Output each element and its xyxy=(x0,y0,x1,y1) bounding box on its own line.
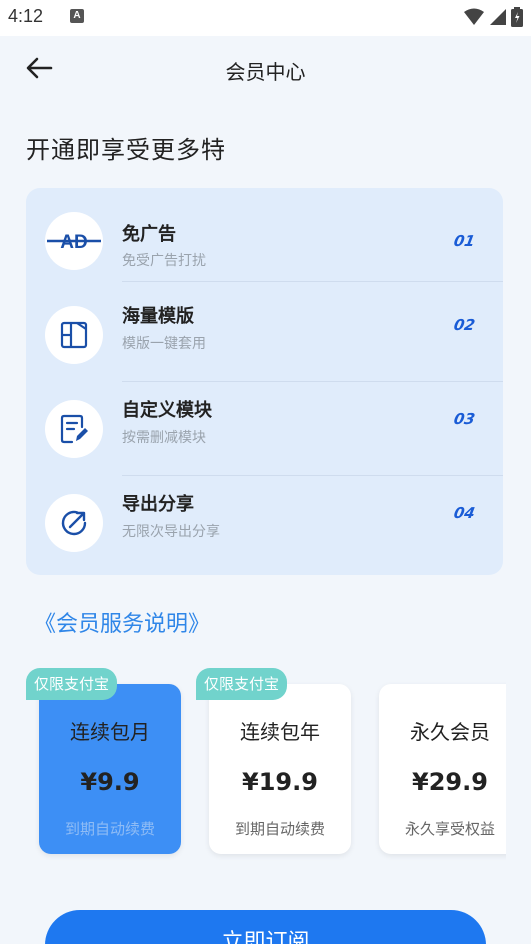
divider xyxy=(122,281,503,282)
feature-subtitle: 模版一键套用 xyxy=(122,336,206,352)
feature-title: 导出分享 xyxy=(122,494,194,515)
plan-list: 连续包月 ¥9.9 到期自动续费 仅限支付宝 连续包年 ¥19.9 到期自动续费… xyxy=(0,660,506,870)
plan-note: 到期自动续费 xyxy=(234,820,325,838)
plan-name: 连续包月 xyxy=(70,720,150,744)
feature-subtitle: 按需删减模块 xyxy=(122,430,206,446)
plan-price: ¥19.9 xyxy=(242,768,318,796)
svg-text:AD: AD xyxy=(60,232,87,253)
service-terms-link[interactable]: 《会员服务说明》 xyxy=(34,606,210,638)
plan-card-lifetime[interactable]: 永久会员 ¥29.9 永久享受权益 xyxy=(379,684,506,854)
feature-item-custom-module: 自定义模块 按需删减模块 03 xyxy=(26,382,503,476)
plan-price: ¥29.9 xyxy=(412,768,488,796)
share-icon xyxy=(45,494,103,552)
feature-number: 02 xyxy=(452,316,477,334)
edit-icon xyxy=(45,400,103,458)
plan-name: 永久会员 xyxy=(410,720,490,744)
plan-price: ¥9.9 xyxy=(80,768,140,796)
headline: 开通即享受更多特 xyxy=(26,136,226,164)
feature-title: 海量模版 xyxy=(122,306,194,327)
no-ad-icon: AD xyxy=(45,212,103,270)
alipay-only-badge: 仅限支付宝 xyxy=(196,668,288,700)
status-icons xyxy=(463,7,523,27)
wifi-icon xyxy=(464,8,484,25)
feature-number: 01 xyxy=(452,232,477,250)
plan-card-yearly[interactable]: 连续包年 ¥19.9 到期自动续费 xyxy=(209,684,351,854)
plan-card-monthly[interactable]: 连续包月 ¥9.9 到期自动续费 xyxy=(39,684,181,854)
feature-item-export: 导出分享 无限次导出分享 04 xyxy=(26,476,503,570)
feature-item-templates: 海量模版 模版一键套用 02 xyxy=(26,288,503,382)
feature-list: AD 免广告 免受广告打扰 01 海量模版 模版一键套用 02 自定义模块 按需… xyxy=(26,188,503,575)
plan-note: 永久享受权益 xyxy=(404,820,495,838)
status-time: 4:12 xyxy=(8,6,44,26)
alipay-only-badge: 仅限支付宝 xyxy=(26,668,118,700)
feature-item-no-ads: AD 免广告 免受广告打扰 01 xyxy=(26,188,503,282)
plan-name: 连续包年 xyxy=(240,720,320,744)
notification-icon: A xyxy=(70,9,84,23)
header: 会员中心 xyxy=(0,36,531,100)
battery-icon xyxy=(511,7,523,27)
plan-note: 到期自动续费 xyxy=(64,820,155,838)
feature-title: 免广告 xyxy=(122,224,176,245)
feature-subtitle: 无限次导出分享 xyxy=(122,524,220,540)
feature-number: 03 xyxy=(452,410,477,428)
page-title: 会员中心 xyxy=(225,60,306,84)
feature-number: 04 xyxy=(452,504,477,522)
template-icon xyxy=(45,306,103,364)
status-bar: 4:12 A xyxy=(0,0,531,36)
feature-title: 自定义模块 xyxy=(122,400,212,421)
signal-icon xyxy=(490,9,506,25)
subscribe-button[interactable]: 立即订阅 xyxy=(45,910,486,944)
feature-subtitle: 免受广告打扰 xyxy=(122,253,206,269)
